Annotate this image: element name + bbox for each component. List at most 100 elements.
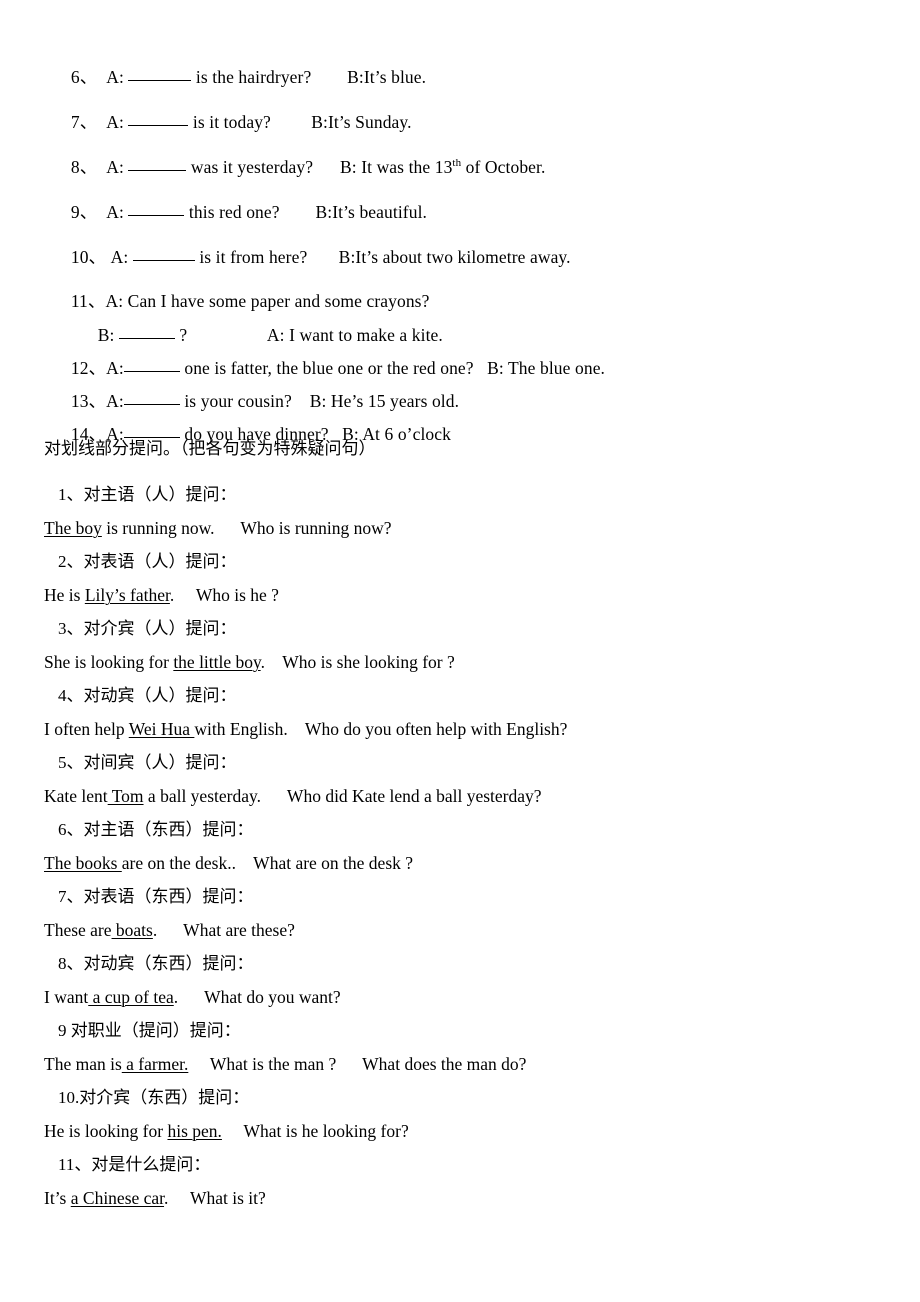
speaker-a-label — [97, 67, 106, 87]
underlined-phrase: The books — [44, 853, 122, 873]
underlined-phrase: boats — [111, 920, 153, 940]
sentence-suffix: with English. — [194, 719, 288, 739]
answer-blank[interactable] — [128, 158, 187, 171]
transformed-question: What is it? — [189, 1188, 266, 1208]
answer-text: B:It’s about two kilometre away. — [338, 246, 571, 267]
transform-sentence: Kate lent Tom a ball yesterday. Who did … — [44, 786, 884, 821]
speaker-prefix: A: — [106, 390, 124, 411]
transform-label: 3、对介宾（人）提问： — [58, 619, 237, 638]
transform-label: 9 对职业（提问）提问： — [58, 1021, 241, 1040]
transform-sentence: He is looking for his pen. What is he lo… — [44, 1121, 884, 1156]
answer-blank[interactable] — [128, 113, 189, 126]
answer-blank[interactable] — [132, 248, 195, 261]
question-row: 12、A: one is fatter, the blue one or the… — [44, 341, 884, 377]
underlined-phrase: The boy — [44, 518, 102, 538]
answer-blank[interactable] — [123, 425, 180, 438]
question-text: was it yesterday? — [186, 156, 314, 177]
question-text: this red one? — [184, 201, 280, 222]
transformed-question: What do you want? — [204, 987, 341, 1007]
question-row: 9、 A: this red one? B:It’s beautiful. — [44, 185, 884, 230]
question-row: 14、A: do you have dinner? B: At 6 o’cloc… — [44, 407, 884, 443]
transform-sentence: He is Lily’s father. Who is he ? — [44, 585, 884, 620]
answer-text-tail: of October. — [461, 156, 546, 177]
transform-sentence: It’s a Chinese car. What is it? — [44, 1188, 884, 1223]
answer-text: B: It was the 13 — [340, 156, 453, 177]
question-text: ? — [174, 324, 188, 345]
section-heading: 对划线部分提问。（把各句变为特殊疑问句） — [44, 439, 376, 458]
transformed-question: What are on the desk ? — [253, 853, 414, 873]
transformed-question: What are these? — [183, 920, 295, 940]
answer-text: B: He’s 15 years old. — [309, 390, 460, 411]
speaker-prefix: A: — [106, 156, 124, 177]
underlined-phrase: Wei Hua — [128, 719, 195, 739]
speaker-prefix: B: — [97, 324, 115, 345]
answer-blank[interactable] — [123, 359, 180, 372]
transformed-question: Who did Kate lend a ball yesterday? — [286, 786, 542, 806]
transform-sentence: The books are on the desk.. What are on … — [44, 853, 884, 888]
answer-blank[interactable] — [128, 203, 185, 216]
underlined-phrase: a cup of tea — [88, 987, 174, 1007]
underlined-phrase: the little boy — [173, 652, 261, 672]
speaker-prefix: A: — [106, 357, 124, 378]
answer-blank[interactable] — [118, 326, 175, 339]
transformed-question: Who is he ? — [195, 585, 279, 605]
sentence-prefix: She is looking for — [44, 652, 174, 672]
transform-sentence: She is looking for the little boy. Who i… — [44, 652, 884, 687]
answer-text: B:It’s blue. — [347, 66, 427, 87]
underlined-phrase: Tom — [107, 786, 144, 806]
transformed-question: What is he looking for? — [243, 1121, 409, 1141]
answer-blank[interactable] — [128, 68, 192, 81]
sentence-suffix: is running now. — [101, 518, 215, 538]
sentence-prefix: It’s — [44, 1188, 71, 1208]
question-number: 13、 — [70, 390, 107, 411]
question-row: 10、 A: is it from here? B:It’s about two… — [44, 230, 884, 275]
question-11-prompt: 11、A: Can I have some paper and some cra… — [70, 290, 430, 311]
question-text: is it from here? — [194, 246, 308, 267]
transform-label: 6、对主语（东西）提问： — [58, 820, 254, 839]
speaker-prefix: A: — [106, 201, 124, 222]
question-number: 12、 — [70, 357, 107, 378]
sentence-suffix: a ball yesterday. — [143, 786, 261, 806]
transform-label: 10.对介宾（东西）提问： — [58, 1088, 250, 1107]
transform-label: 11、对是什么提问： — [58, 1155, 211, 1174]
question-text: one is fatter, the blue one or the red o… — [179, 357, 474, 378]
answer-text: B: The blue one. — [487, 357, 606, 378]
sentence-suffix: are on the desk.. — [121, 853, 236, 873]
question-text: is your cousin? — [179, 390, 292, 411]
underlined-phrase: his pen. — [167, 1121, 222, 1141]
sentence-prefix: He is — [44, 585, 85, 605]
sentence-prefix: These are — [44, 920, 112, 940]
transformed-question: What is the man ? What does the man do? — [209, 1054, 527, 1074]
transform-sentence: I want a cup of tea. What do you want? — [44, 987, 884, 1022]
transform-sentence: These are boats. What are these? — [44, 920, 884, 955]
transform-label: 1、对主语（人）提问： — [58, 485, 237, 504]
question-number: 10、 — [70, 246, 107, 267]
transform-label: 4、对动宾（人）提问： — [58, 686, 237, 705]
transform-sentence: I often help Wei Hua with English. Who d… — [44, 719, 884, 754]
sentence-prefix: I want — [44, 987, 89, 1007]
answer-blank[interactable] — [123, 392, 180, 405]
transform-label: 5、对间宾（人）提问： — [58, 753, 237, 772]
question-text: is it today? — [188, 111, 271, 132]
document-page: 6、 A: is the hairdryer? B:It’s blue. 7、 … — [0, 0, 920, 1302]
underlined-phrase: a farmer. — [121, 1054, 189, 1074]
question-row: 6、 A: is the hairdryer? B:It’s blue. — [44, 50, 884, 95]
transformed-question: Who is she looking for ? — [282, 652, 455, 672]
underlined-phrase: Lily’s father — [84, 585, 170, 605]
question-row: 8、 A: was it yesterday? B: It was the 13… — [44, 140, 884, 185]
sentence-prefix: The man is — [44, 1054, 122, 1074]
underlined-phrase: a Chinese car — [70, 1188, 165, 1208]
